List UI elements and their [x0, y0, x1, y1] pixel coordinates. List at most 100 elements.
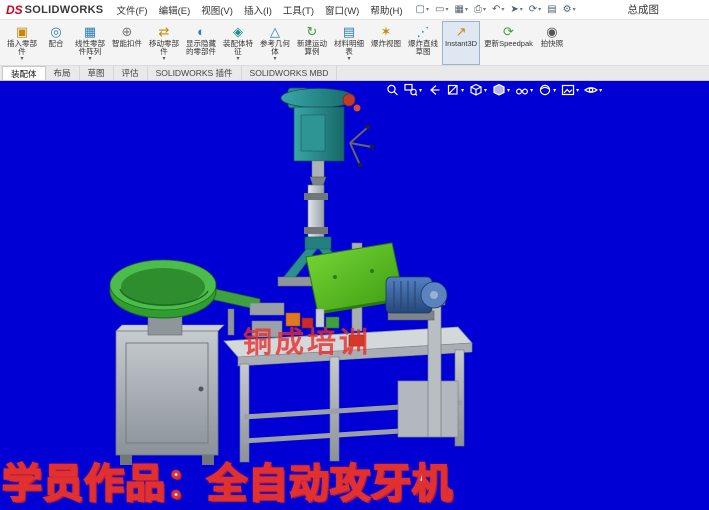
menu-file[interactable]: 文件(F) — [111, 1, 152, 19]
command-manager-tabs: 装配体布局草图评估SOLIDWORKS 插件SOLIDWORKS MBD — [0, 66, 709, 81]
menu-edit[interactable]: 编辑(E) — [154, 1, 196, 19]
tab-layout[interactable]: 布局 — [46, 66, 80, 80]
ribbon-take-snapshot-button[interactable]: ◉拍快照 — [537, 21, 567, 65]
tab-assembly[interactable]: 装配体 — [2, 66, 46, 80]
dropdown-caret-icon: ▾ — [484, 87, 487, 94]
bill-of-materials-icon: ▤ — [343, 24, 355, 40]
ribbon-bill-of-materials-button[interactable]: ▤材料明细表▾ — [331, 21, 367, 65]
dropdown-caret-icon: ▾ — [465, 4, 468, 16]
ribbon-button-label: 显示隐藏的零部件 — [186, 40, 216, 56]
ribbon-explode-line-sketch-button[interactable]: ⋰爆炸直线草图 — [405, 21, 441, 65]
ds-logo-icon: DS — [6, 3, 23, 17]
ribbon-assembly-features-button[interactable]: ◈装配体特征▾ — [220, 21, 256, 65]
ribbon-button-label: 拍快照 — [541, 40, 564, 48]
hide-show-items-icon[interactable]: ▾ — [514, 82, 534, 98]
dropdown-caret-icon: ▾ — [576, 87, 579, 94]
ribbon-button-label: 移动零部件 — [149, 40, 179, 56]
assembly-features-icon: ◈ — [233, 24, 243, 40]
assembly-model[interactable] — [0, 81, 709, 510]
ribbon-button-label: Instant3D — [445, 40, 477, 48]
dropdown-caret-icon: ▾ — [236, 56, 239, 62]
undo-icon[interactable]: ↶▾ — [490, 3, 506, 17]
dropdown-caret-icon: ▾ — [538, 4, 541, 16]
open-document-icon[interactable]: ▭▾ — [433, 3, 450, 17]
move-component-icon: ⇄ — [159, 24, 170, 40]
undo-icon: ↶ — [492, 4, 500, 16]
quick-access-toolbar: ▢▾▭▾▦▾⎙▾↶▾➤▾⟳▾▤⚙▾ — [414, 3, 578, 17]
display-style-icon[interactable]: ▾ — [491, 82, 511, 98]
insert-components-icon: ▣ — [16, 24, 28, 40]
save-icon[interactable]: ▦▾ — [452, 3, 469, 17]
zoom-area-icon[interactable]: ▾ — [403, 82, 423, 98]
model-feeder-stand[interactable] — [116, 325, 224, 465]
ribbon-smart-fasteners-button[interactable]: ⊕智能扣件 — [109, 21, 145, 65]
dropdown-caret-icon: ▾ — [461, 87, 464, 94]
model-bowl-feeder[interactable] — [110, 260, 216, 335]
rebuild-icon[interactable]: ⟳▾ — [527, 3, 543, 17]
ribbon-button-label: 材料明细表 — [334, 40, 364, 56]
menu-help[interactable]: 帮助(H) — [365, 1, 407, 19]
ribbon-button-label: 智能扣件 — [112, 40, 142, 48]
ribbon-show-hidden-components-button[interactable]: ◐显示隐藏的零部件 — [183, 21, 219, 65]
previous-view-icon[interactable] — [426, 82, 442, 98]
new-document-icon[interactable]: ▢▾ — [414, 3, 431, 17]
options-icon[interactable]: ⚙▾ — [561, 3, 578, 17]
ribbon-button-label: 参考几何体 — [260, 40, 290, 56]
ribbon-reference-geometry-button[interactable]: △参考几何体▾ — [257, 21, 293, 65]
view-settings-icon[interactable]: ▾ — [583, 82, 603, 98]
ribbon-linear-component-pattern-button[interactable]: ▦线性零部件阵列▾ — [72, 21, 108, 65]
tab-solidworks-mbd[interactable]: SOLIDWORKS MBD — [242, 66, 338, 80]
dropdown-caret-icon: ▾ — [20, 56, 23, 62]
take-snapshot-icon: ◉ — [546, 24, 557, 40]
graphics-viewport[interactable]: ▾ ▾ ▾ ▾ ▾ ▾ ▾ ▾ — [0, 81, 709, 510]
brand-name: SOLIDWORKS — [25, 4, 104, 16]
ribbon-update-speedpak-button[interactable]: ⟳更新Speedpak — [481, 21, 536, 65]
main-menu: 文件(F)编辑(E)视图(V)插入(I)工具(T)窗口(W)帮助(H) — [111, 1, 407, 19]
heads-up-view-toolbar: ▾ ▾ ▾ ▾ ▾ ▾ ▾ ▾ — [384, 82, 603, 98]
dropdown-caret-icon: ▾ — [88, 56, 91, 62]
file-properties-icon[interactable]: ▤ — [545, 3, 558, 17]
exploded-view-icon: ✶ — [381, 24, 392, 40]
ribbon-instant3d-button[interactable]: ↗Instant3D — [442, 21, 480, 65]
reference-geometry-icon: △ — [270, 24, 280, 40]
dropdown-caret-icon: ▾ — [419, 87, 422, 94]
save-icon: ▦ — [454, 4, 463, 16]
new-motion-study-icon: ↻ — [307, 24, 318, 40]
ribbon-new-motion-study-button[interactable]: ↻新建运动算例 — [294, 21, 330, 65]
ribbon-insert-components-button[interactable]: ▣插入零部件▾ — [4, 21, 40, 65]
solidworks-window: DS SOLIDWORKS 文件(F)编辑(E)视图(V)插入(I)工具(T)窗… — [0, 0, 709, 510]
dropdown-caret-icon: ▾ — [507, 87, 510, 94]
dropdown-caret-icon: ▾ — [162, 56, 165, 62]
print-icon[interactable]: ⎙▾ — [472, 3, 488, 17]
select-icon[interactable]: ➤▾ — [508, 3, 524, 17]
dropdown-caret-icon: ▾ — [553, 87, 556, 94]
rebuild-icon: ⟳ — [529, 4, 537, 16]
menu-insert[interactable]: 插入(I) — [239, 1, 277, 19]
tab-solidworks-addins[interactable]: SOLIDWORKS 插件 — [148, 66, 242, 80]
dropdown-caret-icon: ▾ — [273, 56, 276, 62]
menu-window[interactable]: 窗口(W) — [320, 1, 364, 19]
open-document-icon: ▭ — [435, 4, 444, 16]
linear-component-pattern-icon: ▦ — [84, 24, 96, 40]
menu-tools[interactable]: 工具(T) — [278, 1, 319, 19]
file-properties-icon: ▤ — [547, 4, 556, 16]
ribbon-mate-button[interactable]: ◎配合 — [41, 21, 71, 65]
section-view-icon[interactable]: ▾ — [445, 82, 465, 98]
zoom-fit-icon[interactable] — [384, 82, 400, 98]
tab-evaluate[interactable]: 评估 — [114, 66, 148, 80]
edit-appearance-icon[interactable]: ▾ — [537, 82, 557, 98]
ribbon-move-component-button[interactable]: ⇄移动零部件▾ — [146, 21, 182, 65]
ribbon-exploded-view-button[interactable]: ✶爆炸视图 — [368, 21, 404, 65]
solidworks-logo: DS SOLIDWORKS — [6, 3, 103, 17]
new-document-icon: ▢ — [416, 4, 425, 16]
select-icon: ➤ — [510, 4, 518, 16]
menu-view[interactable]: 视图(V) — [196, 1, 238, 19]
smart-fasteners-icon: ⊕ — [122, 24, 133, 40]
dropdown-caret-icon: ▾ — [501, 4, 504, 16]
dropdown-caret-icon: ▾ — [599, 87, 602, 94]
tab-sketch[interactable]: 草图 — [80, 66, 114, 80]
ribbon-button-label: 爆炸直线草图 — [408, 40, 438, 56]
ribbon-button-label: 插入零部件 — [7, 40, 37, 56]
view-orientation-icon[interactable]: ▾ — [468, 82, 488, 98]
apply-scene-icon[interactable]: ▾ — [560, 82, 580, 98]
